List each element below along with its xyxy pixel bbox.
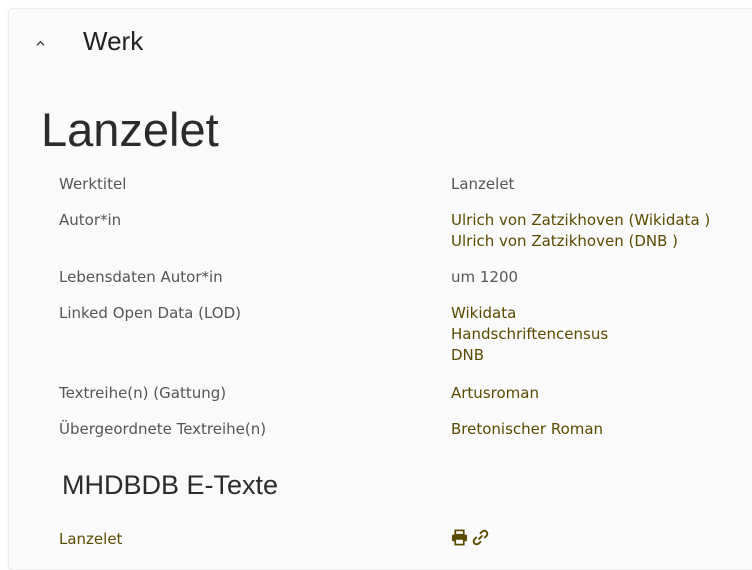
work-title: Lanzelet xyxy=(41,103,219,156)
field-value: Lanzelet xyxy=(451,175,515,193)
field-label: Werktitel xyxy=(59,175,127,193)
lod-dnb-link[interactable]: DNB xyxy=(451,345,752,366)
field-label: Linked Open Data (LOD) xyxy=(59,304,241,322)
field-label: Autor*in xyxy=(59,211,122,229)
link-icon[interactable] xyxy=(472,529,489,546)
field-label: Textreihe(n) (Gattung) xyxy=(59,384,227,402)
author-wikidata-link[interactable]: Ulrich von Zatzikhoven (Wikidata ) xyxy=(451,210,752,231)
field-label: Lebensdaten Autor*in xyxy=(59,268,223,286)
etexte-heading: MHDBDB E-Texte xyxy=(62,470,279,500)
chevron-up-icon xyxy=(36,40,45,46)
print-icon[interactable] xyxy=(451,529,468,546)
lod-wikidata-link[interactable]: Wikidata xyxy=(451,303,752,324)
field-label: Übergeordnete Textreihe(n) xyxy=(59,420,267,438)
author-dnb-link[interactable]: Ulrich von Zatzikhoven (DNB ) xyxy=(451,231,752,252)
section-toggle[interactable]: Werk xyxy=(36,26,143,57)
uebergeordnet-link[interactable]: Bretonischer Roman xyxy=(451,419,752,440)
textreihe-link[interactable]: Artusroman xyxy=(451,383,752,404)
field-value: um 1200 xyxy=(451,268,519,286)
lod-handschriftencensus-link[interactable]: Handschriftencensus xyxy=(451,324,752,345)
etext-list-item: Lanzelet xyxy=(59,529,489,550)
etext-title-link[interactable]: Lanzelet xyxy=(59,529,122,550)
section-title: Werk xyxy=(83,26,144,56)
